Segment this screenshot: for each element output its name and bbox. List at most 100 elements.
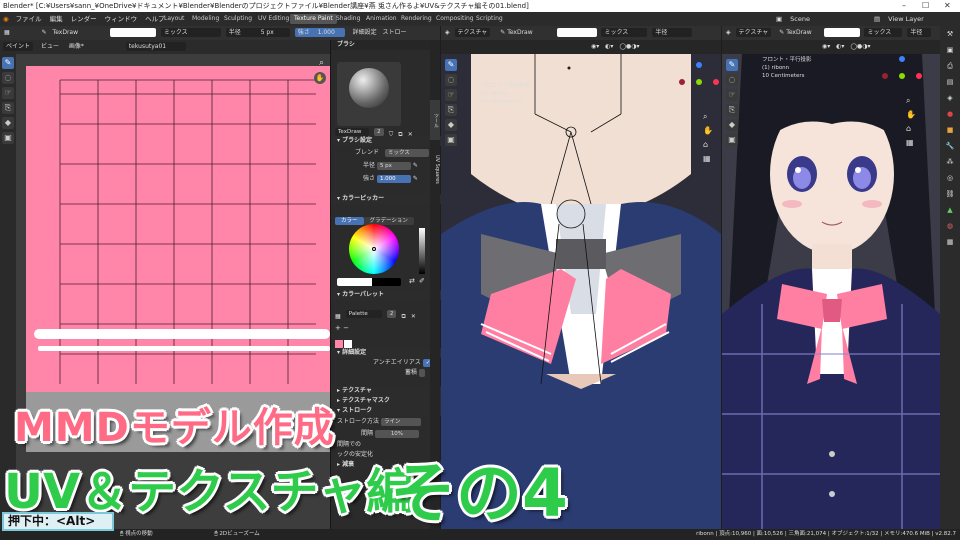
tab-animation[interactable]: Animation [362,14,401,24]
camera-icon[interactable]: ⌂ [906,122,916,136]
accumulate-checkbox[interactable] [418,368,425,377]
editor-type-icon[interactable]: ◈ [722,29,731,36]
view-layer-tab-icon[interactable]: ▤ [940,74,960,90]
object-tab-icon[interactable]: ■ [940,122,960,138]
grid-icon[interactable]: ▦ [906,136,916,150]
editor-type-icon[interactable]: ◈ [441,29,450,36]
overlay-icon[interactable]: ◐▾ [601,43,613,50]
blender-logo-icon[interactable]: ◉ [0,12,12,26]
scene-tab-icon[interactable]: ◈ [940,90,960,106]
tab-sculpting[interactable]: Sculpting [220,14,256,24]
zoom-icon[interactable]: ⌕ [703,110,713,124]
maximize-icon[interactable]: ☐ [922,0,929,12]
blend-dropdown[interactable]: ミックス [160,28,221,37]
pressure-icon[interactable]: ✎ [413,162,418,169]
smear-tool-icon[interactable]: ☞ [2,87,14,99]
tool-tab-icon[interactable]: ⚒ [940,26,960,42]
zoom-icon[interactable]: ⌕ [906,94,916,108]
section-palette[interactable]: ▾ カラーパレット [331,290,441,300]
strength-input[interactable]: 1.000 [376,174,411,183]
radius-field[interactable]: 半径 [907,28,932,37]
stroke-menu[interactable]: ストロー [379,29,407,36]
editor-type-icon[interactable]: ▦ [0,29,10,36]
pressure-icon[interactable]: ✎ [413,175,418,182]
menu-edit[interactable]: 編集 [46,12,67,26]
draw-tool-icon[interactable]: ✎ [726,59,738,71]
paint-mode-dropdown[interactable]: ペイント [3,42,34,51]
color-swatch[interactable] [109,28,156,37]
zoom-icon[interactable]: ⌕ [319,58,324,68]
hand-pan-icon[interactable]: ✋ [314,72,326,84]
tab-uv-squares[interactable]: UV Squares [430,144,440,194]
radius-field[interactable]: 半径 5 px [225,28,290,37]
delete-icon[interactable]: ✕ [411,313,416,320]
texture-tab-icon[interactable]: ▦ [940,234,960,250]
tab-modeling[interactable]: Modeling [188,14,223,24]
shading-icon[interactable]: ◯●◑▾ [846,43,870,50]
section-texture[interactable]: ▸ テクスチャ [331,386,441,396]
soften-tool-icon[interactable]: ◌ [445,74,457,86]
minimize-icon[interactable]: – [902,0,906,12]
eyedropper-icon[interactable]: ✐ [419,277,425,285]
fill-tool-icon[interactable]: ◆ [2,117,14,129]
grid-icon[interactable]: ▦ [703,152,713,166]
brush-name[interactable]: TexDraw [49,29,78,36]
tab-shading[interactable]: Shading [332,14,364,24]
tab-texture-paint[interactable]: Texture Paint [290,14,337,24]
section-advanced[interactable]: ▾ 詳細設定 [331,348,441,358]
tab-compositing[interactable]: Compositing [432,14,478,24]
blend-dropdown[interactable]: ミックス [864,28,903,37]
hand-pan-icon[interactable]: ✋ [703,124,713,138]
scene-selector[interactable]: ▣ Scene [768,12,818,26]
copy-icon[interactable]: ⧉ [401,313,405,320]
brush-name[interactable]: TexDraw [786,29,811,36]
color-swatch-bar[interactable] [337,278,401,286]
menu-render[interactable]: レンダー [67,12,101,26]
tab-scripting[interactable]: Scripting [472,14,507,24]
blend-dropdown[interactable]: ミックス [601,28,648,37]
modifier-tab-icon[interactable]: 🔧 [940,138,960,154]
tab-uv-editing[interactable]: UV Editing [254,14,293,24]
mask-tool-icon[interactable]: ▣ [2,132,14,144]
value-slider[interactable] [419,228,425,274]
clone-tool-icon[interactable]: ⎘ [445,104,457,116]
blend-select[interactable]: ミックス [384,148,429,157]
output-tab-icon[interactable]: ⎙ [940,58,960,74]
overlay-icon[interactable]: ◐▾ [832,43,844,50]
radius-field[interactable]: 半径 [652,28,693,37]
brush-name[interactable]: TexDraw [507,29,532,36]
data-tab-icon[interactable]: ▲ [940,202,960,218]
color-wheel[interactable] [349,224,399,274]
menu-window[interactable]: ウィンドウ [101,12,142,26]
tab-tool[interactable]: ツール [430,100,440,140]
view-layer-selector[interactable]: ▤ View Layer [866,12,932,26]
material-tab-icon[interactable]: ◍ [940,218,960,234]
section-brush-settings[interactable]: ▾ ブラシ設定 [331,136,441,146]
view-icon[interactable]: ◉▾ [441,43,599,50]
section-color-picker[interactable]: ▾ カラーピッカー [331,194,441,204]
stroke-method-select[interactable]: ライン [380,417,421,426]
fill-tool-icon[interactable]: ◆ [726,119,738,131]
brush-name-field[interactable]: TexDraw [335,127,369,136]
view-icon[interactable]: ◉▾ [722,43,830,50]
color-swatch[interactable] [556,28,597,37]
draw-tool-icon[interactable]: ✎ [2,57,14,69]
radius-input[interactable]: 5 px [376,161,411,170]
fill-tool-icon[interactable]: ◆ [445,119,457,131]
strength-field[interactable]: 強さ 1.000 [294,28,345,37]
add-color-icon[interactable]: + [335,324,341,332]
smear-tool-icon[interactable]: ☞ [726,89,738,101]
mode-dropdown[interactable]: テクスチャ [735,28,772,37]
color-cursor[interactable] [372,247,376,251]
shading-icon[interactable]: ◯●◑▾ [615,43,639,50]
color-swatch[interactable] [823,28,860,37]
navigation-gizmo[interactable] [882,56,922,96]
mask-tool-icon[interactable]: ▣ [445,134,457,146]
remove-color-icon[interactable]: − [343,324,349,332]
constraints-tab-icon[interactable]: ⛓ [940,186,960,202]
hand-pan-icon[interactable]: ✋ [906,108,916,122]
camera-icon[interactable]: ⌂ [703,138,713,152]
mask-tool-icon[interactable]: ▣ [726,134,738,146]
world-tab-icon[interactable]: ● [940,106,960,122]
clone-tool-icon[interactable]: ⎘ [2,102,14,114]
